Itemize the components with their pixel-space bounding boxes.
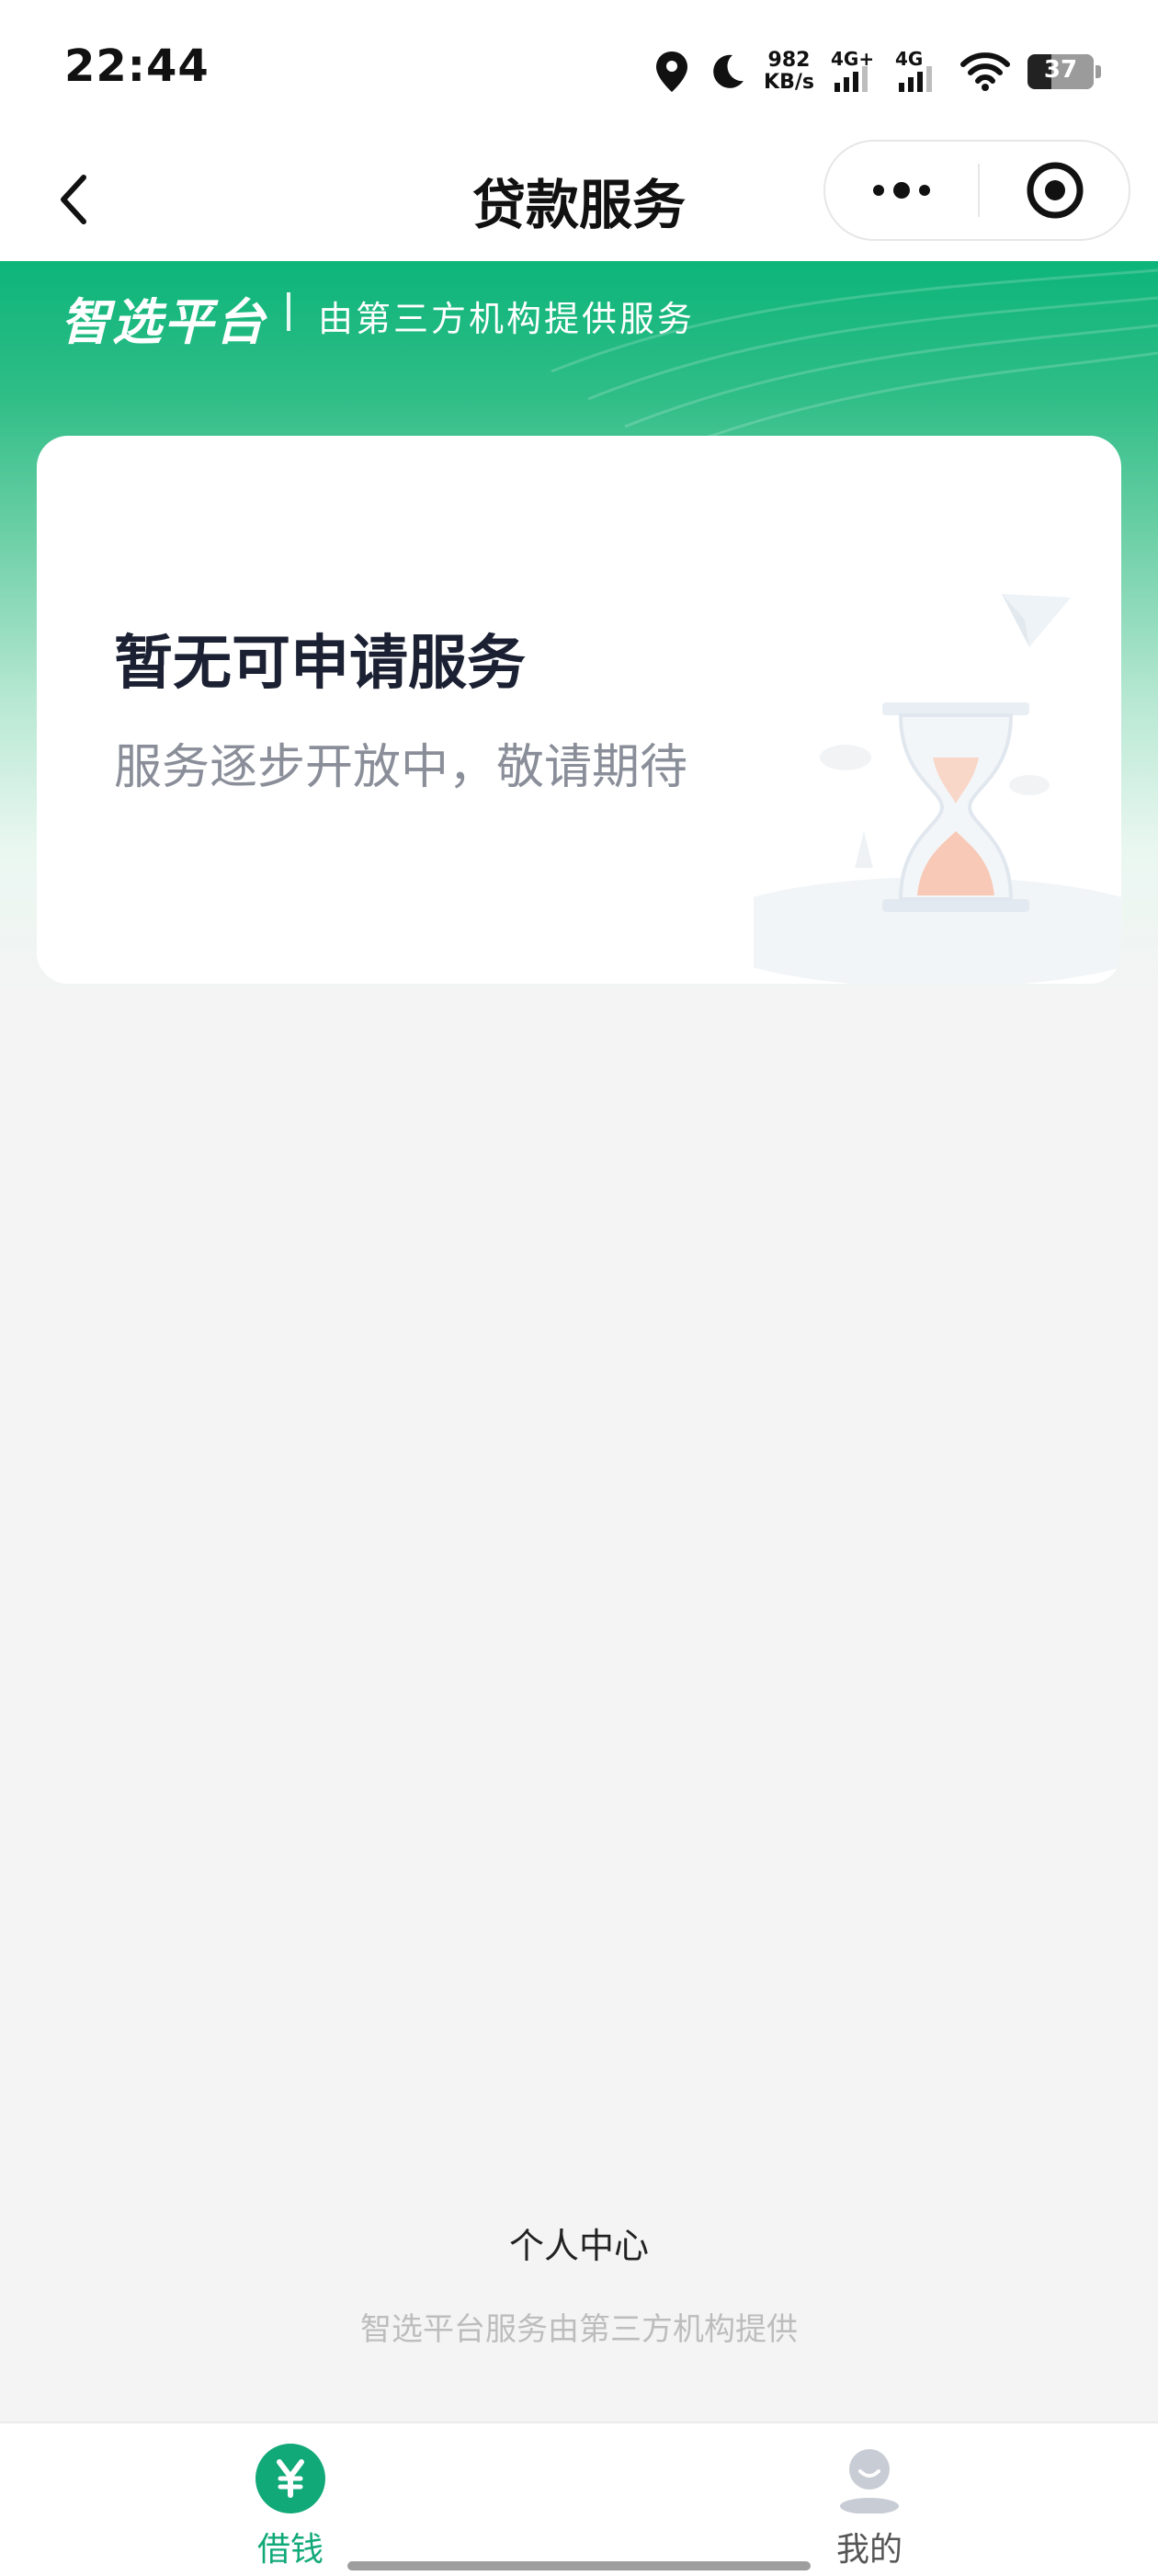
hourglass-illustration (754, 594, 1121, 984)
profile-icon (834, 2444, 904, 2513)
empty-state-card: 暂无可申请服务 服务逐步开放中，敬请期待 (37, 436, 1121, 984)
home-indicator[interactable] (347, 2561, 811, 2570)
empty-state-subtitle: 服务逐步开放中，敬请期待 (114, 740, 688, 795)
net-speed: 982 KB/s (764, 50, 814, 94)
yen-icon (255, 2444, 325, 2513)
net-speed-unit: KB/s (764, 71, 814, 94)
close-miniprogram-button[interactable] (980, 142, 1130, 239)
more-dots-icon (873, 182, 930, 199)
moon-icon (713, 54, 744, 88)
brand-separator (287, 292, 290, 331)
tab-borrow-label: 借钱 (256, 2531, 324, 2569)
more-button[interactable] (825, 142, 978, 239)
platform-tagline: 由第三方机构提供服务 (318, 299, 696, 339)
status-icons: 982 KB/s 4G+ 4G 37 (653, 44, 1101, 99)
bottom-tab-bar: 借钱 我的 (0, 2422, 1158, 2576)
net-speed-value: 982 (767, 49, 811, 72)
tab-borrow[interactable]: 借钱 (180, 2423, 401, 2576)
location-icon (656, 51, 688, 92)
empty-state-title: 暂无可申请服务 (114, 630, 526, 698)
tab-mine[interactable]: 我的 (759, 2423, 980, 2576)
battery-level: 37 (1043, 56, 1078, 84)
platform-brand: 智选平台 (61, 293, 267, 351)
tab-mine-label: 我的 (835, 2531, 903, 2569)
miniprogram-capsule (823, 140, 1130, 241)
personal-center-link[interactable]: 个人中心 (0, 2217, 1158, 2268)
navigation-bar: 贷款服务 (0, 138, 1158, 261)
signal-icon: 4G+ (831, 48, 879, 96)
status-bar: 22:44 982 KB/s 4G+ 4G 37 (0, 0, 1158, 138)
status-time: 22:44 (64, 40, 210, 92)
wifi-icon (960, 52, 1010, 91)
footer-disclaimer: 智选平台服务由第三方机构提供 (360, 2311, 798, 2348)
target-icon (1027, 162, 1084, 219)
battery-icon: 37 (1027, 54, 1101, 89)
signal-icon: 4G (895, 48, 943, 96)
